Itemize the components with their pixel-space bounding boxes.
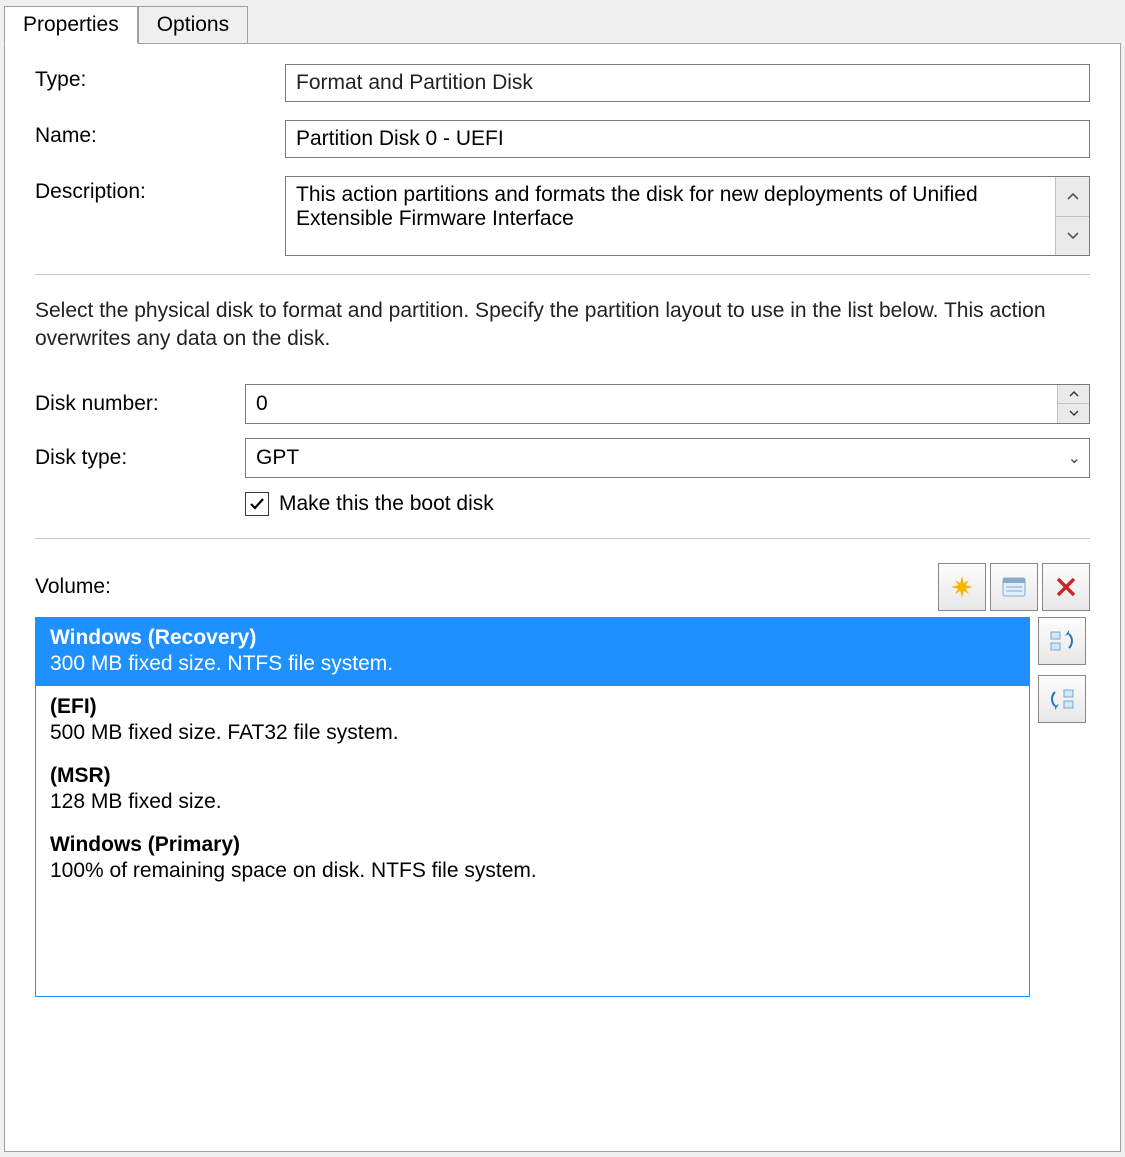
chevron-down-icon: ⌄	[1068, 448, 1081, 468]
tab-properties[interactable]: Properties	[4, 6, 138, 44]
description-scrollbar	[1055, 177, 1089, 255]
volume-item[interactable]: Windows (Primary)100% of remaining space…	[36, 825, 1029, 894]
name-input[interactable]	[285, 120, 1090, 158]
description-label: Description:	[35, 176, 285, 204]
volume-list[interactable]: Windows (Recovery)300 MB fixed size. NTF…	[35, 617, 1030, 997]
disk-number-input[interactable]	[246, 385, 1057, 423]
chevron-down-icon	[1067, 232, 1079, 240]
tab-bar: Properties Options	[0, 0, 1125, 44]
tab-label: Options	[157, 13, 229, 36]
volume-label: Volume:	[35, 575, 111, 599]
disk-type-value: GPT	[256, 446, 299, 470]
volume-item[interactable]: (MSR)128 MB fixed size.	[36, 756, 1029, 825]
move-down-button[interactable]	[1038, 675, 1086, 723]
spin-up-button[interactable]	[1058, 385, 1089, 405]
volume-item-title: (EFI)	[50, 695, 1015, 719]
name-label: Name:	[35, 120, 285, 148]
volume-item-title: Windows (Recovery)	[50, 626, 1015, 650]
delete-volume-button[interactable]	[1042, 563, 1090, 611]
disk-number-label: Disk number:	[35, 392, 245, 416]
volume-item-title: Windows (Primary)	[50, 833, 1015, 857]
instruction-text: Select the physical disk to format and p…	[35, 297, 1090, 354]
volume-toolbar	[938, 563, 1090, 611]
type-value: Format and Partition Disk	[296, 71, 533, 95]
volume-properties-button[interactable]	[990, 563, 1038, 611]
boot-disk-checkbox[interactable]	[245, 492, 269, 516]
volume-item-subtitle: 128 MB fixed size.	[50, 790, 1015, 814]
tab-label: Properties	[23, 13, 119, 36]
chevron-up-icon	[1067, 192, 1079, 200]
move-down-icon	[1047, 684, 1077, 714]
chevron-up-icon	[1069, 391, 1079, 397]
check-icon	[248, 495, 266, 513]
disk-type-label: Disk type:	[35, 446, 245, 470]
volume-item-subtitle: 500 MB fixed size. FAT32 file system.	[50, 721, 1015, 745]
type-label: Type:	[35, 64, 285, 92]
move-up-button[interactable]	[1038, 617, 1086, 665]
volume-item-subtitle: 100% of remaining space on disk. NTFS fi…	[50, 859, 1015, 883]
volume-item-subtitle: 300 MB fixed size. NTFS file system.	[50, 652, 1015, 676]
volume-item[interactable]: (EFI)500 MB fixed size. FAT32 file syste…	[36, 687, 1029, 756]
disk-number-spinner[interactable]	[245, 384, 1090, 424]
spin-down-button[interactable]	[1058, 404, 1089, 423]
tab-options[interactable]: Options	[138, 6, 248, 44]
volume-side-toolbar	[1038, 617, 1090, 997]
type-field: Format and Partition Disk	[285, 64, 1090, 102]
new-icon	[948, 573, 976, 601]
disk-type-select[interactable]: GPT ⌄	[245, 438, 1090, 478]
delete-icon	[1052, 573, 1080, 601]
scroll-up-button[interactable]	[1056, 177, 1089, 217]
boot-disk-label: Make this the boot disk	[279, 492, 494, 516]
properties-icon	[1000, 573, 1028, 601]
volume-item[interactable]: Windows (Recovery)300 MB fixed size. NTF…	[36, 618, 1029, 687]
volume-item-title: (MSR)	[50, 764, 1015, 788]
new-volume-button[interactable]	[938, 563, 986, 611]
properties-panel: Type: Format and Partition Disk Name: De…	[4, 43, 1121, 1152]
move-up-icon	[1047, 626, 1077, 656]
chevron-down-icon	[1069, 410, 1079, 416]
scroll-down-button[interactable]	[1056, 217, 1089, 256]
description-textarea[interactable]	[286, 177, 1055, 255]
